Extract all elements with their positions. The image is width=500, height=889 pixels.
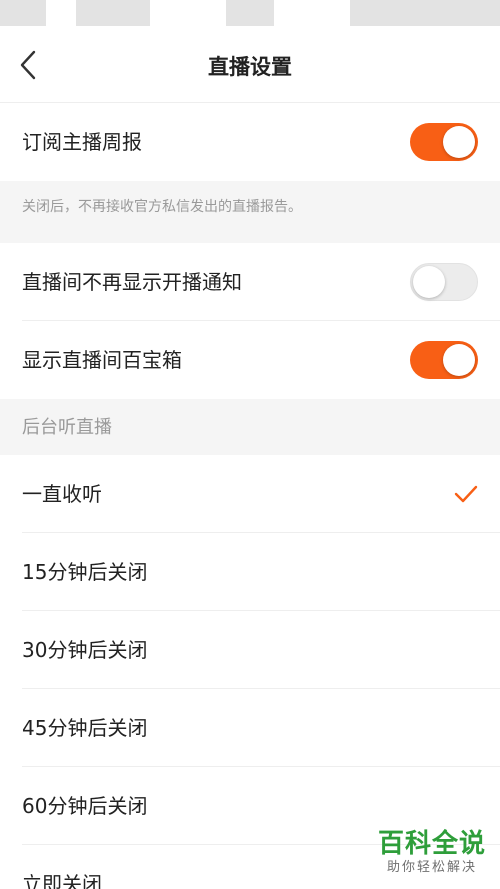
setting-label: 显示直播间百宝箱 [22,348,182,372]
setting-row-hide-start-notice: 直播间不再显示开播通知 [0,243,500,321]
section-header-background-listening: 后台听直播 [0,399,500,455]
option-label: 15分钟后关闭 [22,560,148,584]
setting-label: 订阅主播周报 [22,130,142,154]
setting-label: 直播间不再显示开播通知 [22,270,242,294]
toggle-knob [443,126,475,158]
option-close-15-min[interactable]: 15分钟后关闭 [0,533,500,611]
checkmark-icon [454,485,478,503]
status-blur [350,0,500,26]
back-button[interactable] [4,41,52,89]
navigation-bar: 直播设置 [0,28,500,103]
option-label: 60分钟后关闭 [22,794,148,818]
show-treasure-box-toggle[interactable] [410,341,478,379]
option-label: 一直收听 [22,482,102,506]
status-blur [226,0,274,26]
setting-row-subscribe-weekly: 订阅主播周报 [0,103,500,181]
option-always-listen[interactable]: 一直收听 [0,455,500,533]
option-label: 30分钟后关闭 [22,638,148,662]
option-label: 45分钟后关闭 [22,716,148,740]
toggle-knob [413,266,445,298]
option-close-45-min[interactable]: 45分钟后关闭 [0,689,500,767]
section-header-text: 后台听直播 [22,417,112,438]
status-blur [76,0,150,26]
option-label: 立即关闭 [22,872,102,889]
setting-row-show-treasure-box: 显示直播间百宝箱 [0,321,500,399]
page-title: 直播设置 [208,55,292,79]
subscribe-note-text: 关闭后，不再接收官方私信发出的直播报告。 [22,199,302,215]
chevron-left-icon [20,50,36,80]
status-bar [0,0,500,28]
status-blur [0,0,46,26]
hide-start-notice-toggle[interactable] [410,263,478,301]
toggle-knob [443,344,475,376]
watermark-logo: 百科全说 助你轻松解决 [378,829,486,877]
watermark-title: 百科全说 [377,829,486,859]
subscribe-note: 关闭后，不再接收官方私信发出的直播报告。 [0,181,500,243]
option-close-30-min[interactable]: 30分钟后关闭 [0,611,500,689]
subscribe-weekly-toggle[interactable] [410,123,478,161]
watermark-subtitle: 助你轻松解决 [386,860,477,875]
